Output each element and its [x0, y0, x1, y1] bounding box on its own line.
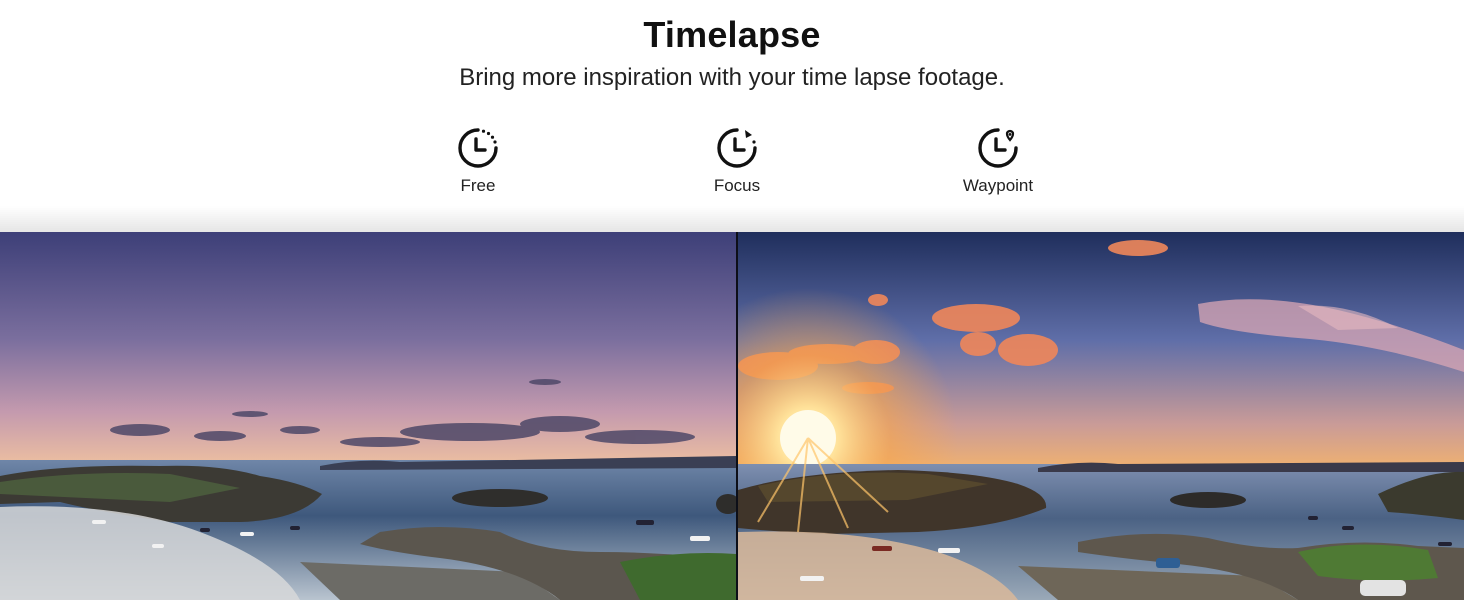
timer-focus-icon [677, 126, 797, 170]
section-title: Timelapse [643, 14, 821, 55]
mode-focus-label: Focus [713, 176, 761, 195]
sunset-coastline-photo [738, 232, 1464, 600]
mode-free[interactable]: Free [418, 126, 538, 196]
header-shadow [0, 206, 1464, 232]
timer-waypoint-icon [938, 126, 1058, 170]
mode-waypoint-label: Waypoint [962, 176, 1034, 195]
timelapse-photos [0, 232, 1464, 600]
section-subtitle: Bring more inspiration with your time la… [459, 64, 1005, 91]
timelapse-header: Timelapse Bring more inspiration with yo… [0, 0, 1464, 232]
mode-focus[interactable]: Focus [677, 126, 797, 196]
dusk-coastline-photo [0, 232, 736, 600]
mode-free-label: Free [460, 176, 496, 195]
timer-free-icon [418, 126, 538, 170]
mode-waypoint[interactable]: Waypoint [938, 126, 1058, 196]
